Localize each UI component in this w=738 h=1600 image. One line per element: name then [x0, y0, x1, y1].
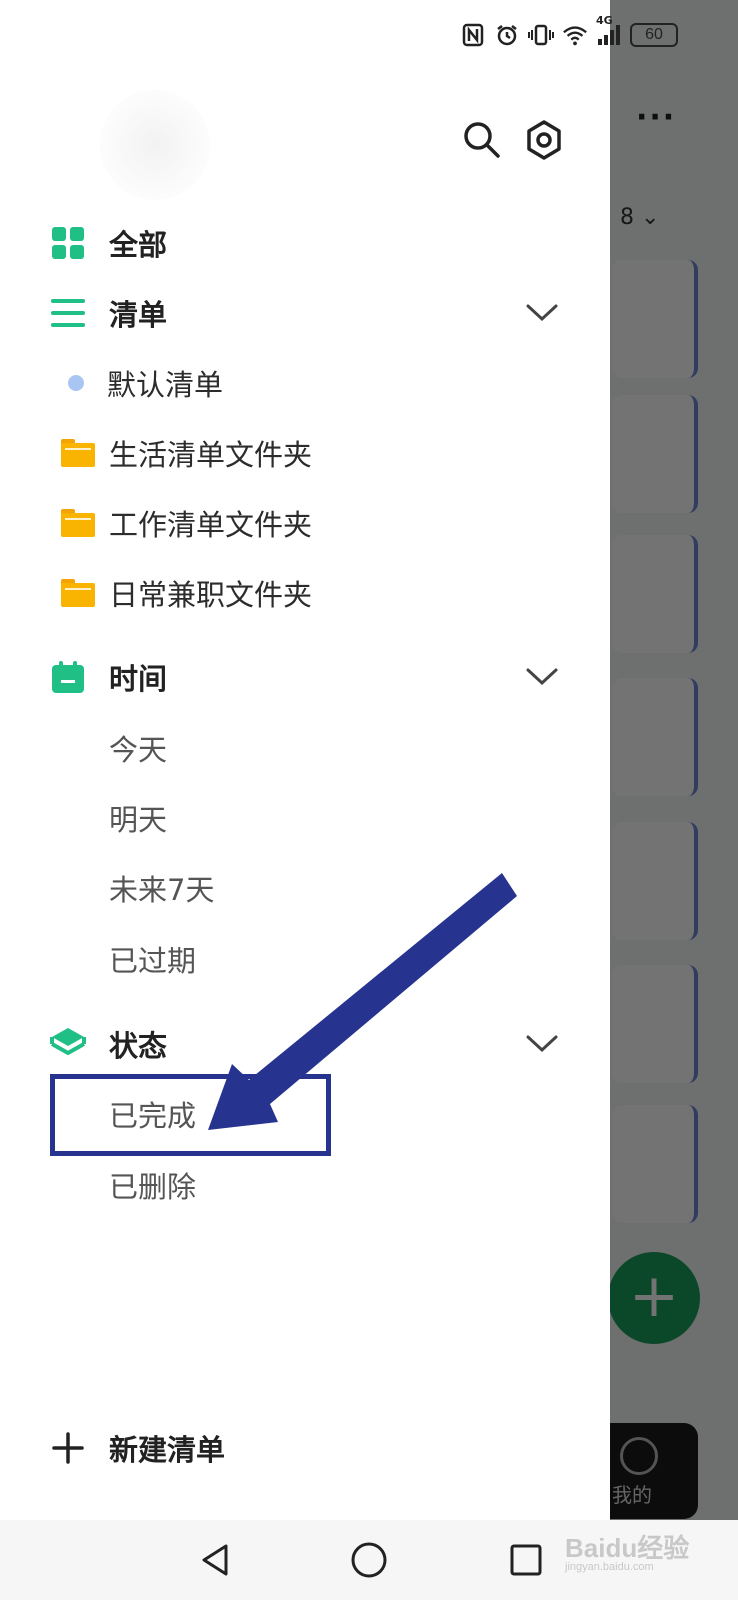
back-icon[interactable]	[192, 1536, 240, 1584]
home-icon[interactable]	[345, 1536, 393, 1584]
recent-apps-icon[interactable]	[502, 1536, 550, 1584]
baidu-watermark: Baidu经验 jingyan.baidu.com	[565, 1528, 689, 1573]
annotation-arrow-icon	[208, 873, 517, 1130]
watermark-text: Baidu经验	[565, 1533, 690, 1563]
